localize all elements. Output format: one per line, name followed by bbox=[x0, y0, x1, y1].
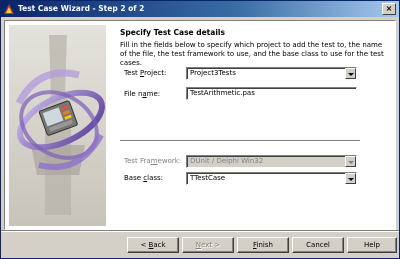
back-button[interactable]: < Back bbox=[127, 237, 179, 253]
test-framework-label: Test Framework: bbox=[124, 157, 182, 165]
file-name-field[interactable]: TestArithmetic.pas bbox=[186, 87, 357, 100]
chevron-down-icon bbox=[345, 156, 356, 167]
wizard-side-graphic bbox=[9, 25, 106, 226]
wizard-window: Test Case Wizard - Step 2 of 2 × Specify… bbox=[0, 0, 400, 259]
test-framework-combo: DUnit / Delphi Win32 bbox=[186, 155, 357, 168]
close-icon[interactable]: × bbox=[382, 3, 396, 15]
test-project-value: Project3Tests bbox=[190, 69, 236, 77]
cancel-button[interactable]: Cancel bbox=[292, 237, 344, 253]
chevron-down-icon[interactable] bbox=[345, 68, 356, 79]
test-project-label: Test Project: bbox=[124, 69, 167, 77]
next-button[interactable]: Next > bbox=[182, 237, 234, 253]
file-name-label: File name: bbox=[124, 90, 161, 98]
window-title: Test Case Wizard - Step 2 of 2 bbox=[18, 4, 145, 13]
step-heading: Specify Test Case details bbox=[120, 28, 225, 37]
test-framework-value: DUnit / Delphi Win32 bbox=[190, 157, 264, 165]
finish-button[interactable]: Finish bbox=[237, 237, 289, 253]
title-bar[interactable]: Test Case Wizard - Step 2 of 2 × bbox=[1, 1, 399, 17]
base-class-label: Base class: bbox=[124, 174, 164, 182]
divider bbox=[120, 140, 360, 142]
button-bar-divider bbox=[1, 230, 399, 232]
chevron-down-icon[interactable] bbox=[345, 173, 356, 184]
wizard-page: Specify Test Case details Fill in the fi… bbox=[4, 20, 396, 230]
help-button[interactable]: Help bbox=[347, 237, 397, 253]
test-graphic-icon bbox=[9, 25, 106, 226]
wizard-icon bbox=[4, 4, 14, 14]
base-class-value: TTestCase bbox=[190, 174, 226, 182]
test-project-combo[interactable]: Project3Tests bbox=[186, 67, 357, 80]
base-class-combo[interactable]: TTestCase bbox=[186, 172, 357, 185]
step-description: Fill in the fields below to specify whic… bbox=[120, 41, 384, 67]
file-name-value: TestArithmetic.pas bbox=[190, 89, 255, 97]
